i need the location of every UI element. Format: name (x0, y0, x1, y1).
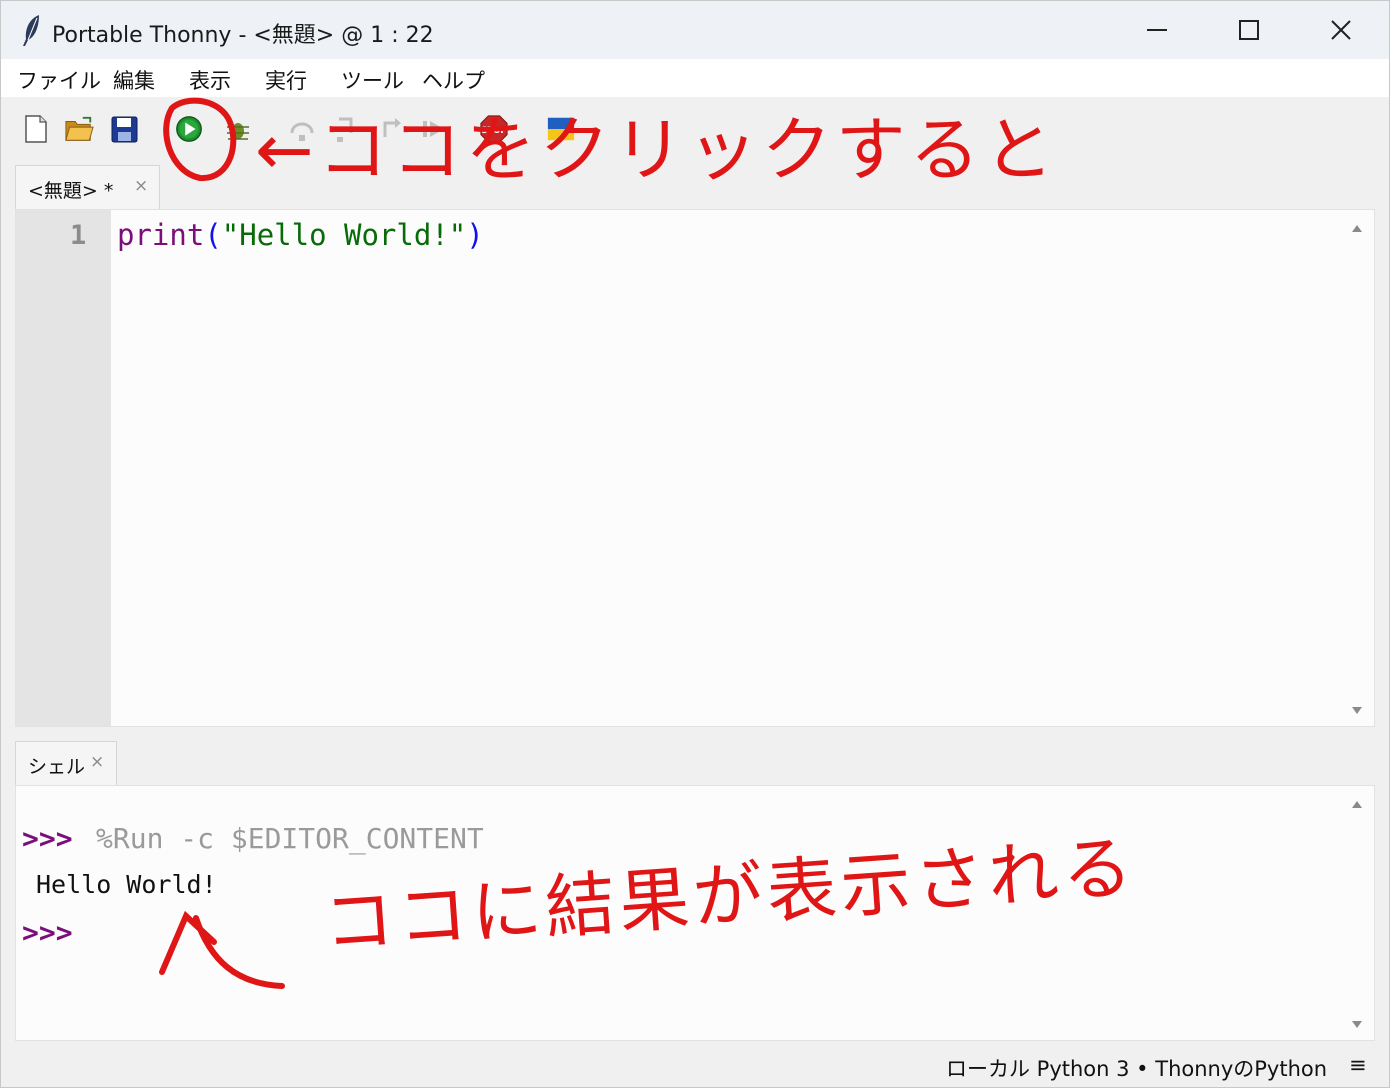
run-icon[interactable] (174, 113, 204, 145)
close-button[interactable] (1295, 1, 1387, 59)
window-title: Portable Thonny - <無題> @ 1 : 22 (52, 23, 434, 48)
menu-run[interactable]: 実行 (265, 65, 307, 95)
shell-scroll-up-icon[interactable] (1350, 798, 1364, 810)
shell-command: %Run -c $EDITOR_CONTENT (96, 822, 484, 855)
top-annotation-text: ←ココをクリックすると (255, 109, 1058, 191)
close-icon (1331, 20, 1351, 40)
line-number-gutter: 1 (16, 210, 111, 726)
status-menu-icon[interactable]: ≡ (1349, 1053, 1367, 1077)
interpreter-status[interactable]: ローカル Python 3 • ThonnyのPython (946, 1053, 1327, 1083)
shell-prompt-current[interactable]: >>> (22, 916, 73, 949)
new-file-icon[interactable] (21, 113, 51, 145)
save-icon[interactable] (109, 113, 139, 145)
shell-scroll-down-icon[interactable] (1350, 1018, 1364, 1030)
maximize-icon (1239, 20, 1259, 40)
shell-close-icon[interactable]: × (90, 752, 104, 772)
tab-shell[interactable]: シェル × (15, 741, 117, 785)
menu-file[interactable]: ファイル (17, 65, 101, 95)
scroll-down-icon[interactable] (1350, 704, 1364, 716)
tab-untitled[interactable]: <無題> * × (15, 165, 160, 209)
code-paren-open: ( (204, 218, 222, 252)
status-bar: ローカル Python 3 • ThonnyのPython ≡ (1, 1045, 1389, 1087)
tab-shell-label: シェル (28, 756, 86, 778)
menu-edit[interactable]: 編集 (113, 65, 155, 95)
code-function: print (117, 218, 205, 252)
minimize-button[interactable] (1111, 1, 1203, 59)
code-line-1[interactable]: print("Hello World!") (117, 218, 484, 252)
menu-tools[interactable]: ツール (341, 65, 404, 95)
title-bar: Portable Thonny - <無題> @ 1 : 22 (1, 1, 1389, 59)
code-editor[interactable]: 1 print("Hello World!") (15, 209, 1375, 727)
tab-untitled-label: <無題> * (28, 180, 114, 202)
menu-help[interactable]: ヘルプ (422, 65, 485, 95)
debug-icon[interactable] (223, 113, 253, 145)
shell-prompt: >>> (22, 822, 73, 855)
maximize-button[interactable] (1203, 1, 1295, 59)
code-string: "Hello World!" (221, 218, 467, 252)
open-folder-icon[interactable] (64, 113, 94, 145)
menu-view[interactable]: 表示 (189, 65, 231, 95)
shell-output: Hello World! (36, 870, 217, 899)
line-number: 1 (70, 220, 87, 251)
minimize-icon (1147, 29, 1167, 31)
feather-icon (23, 15, 39, 46)
code-paren-close: ) (466, 218, 484, 252)
tab-close-icon[interactable]: × (134, 176, 148, 196)
scroll-up-icon[interactable] (1350, 222, 1364, 234)
